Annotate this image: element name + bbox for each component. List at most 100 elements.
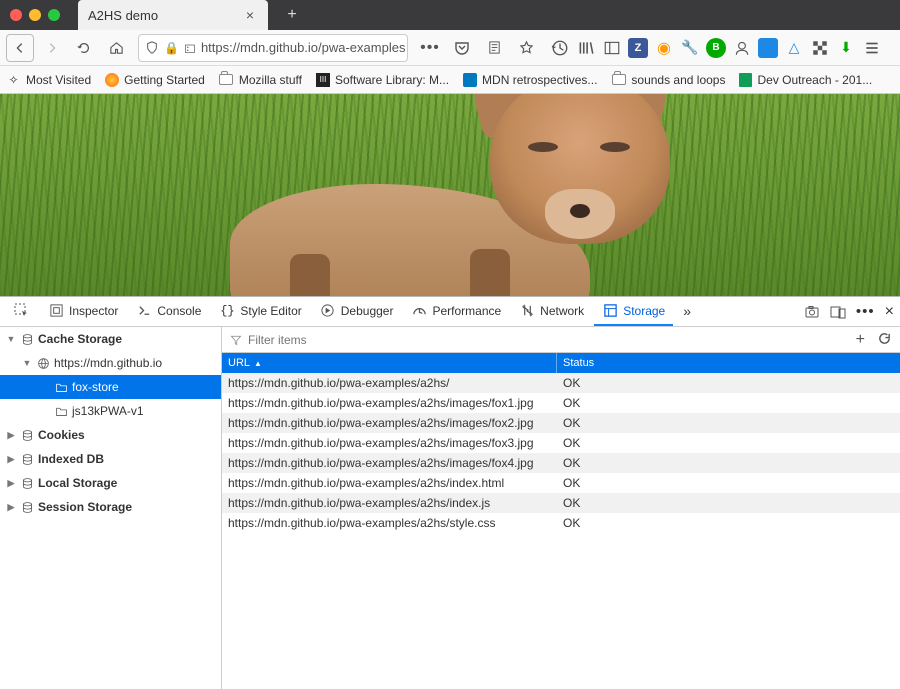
bookmark-star-icon[interactable]: [512, 34, 540, 62]
new-tab-button[interactable]: +: [280, 3, 304, 27]
table-row[interactable]: https://mdn.github.io/pwa-examples/a2hs/…: [222, 513, 900, 533]
ext-z-icon[interactable]: Z: [628, 38, 648, 58]
filter-input[interactable]: [248, 333, 448, 347]
tab-inspector[interactable]: Inspector: [40, 297, 126, 326]
devtools-panel: Inspector Console {}Style Editor Debugge…: [0, 296, 900, 689]
tree-origin[interactable]: ▼ https://mdn.github.io: [0, 351, 221, 375]
bookmark-dev-outreach[interactable]: Dev Outreach - 201...: [739, 73, 872, 87]
sort-asc-icon: ▲: [254, 359, 262, 368]
close-tab-icon[interactable]: ×: [246, 7, 254, 23]
devtools-tabbar: Inspector Console {}Style Editor Debugge…: [0, 297, 900, 327]
menu-icon[interactable]: [862, 38, 882, 58]
reload-button[interactable]: [70, 34, 98, 62]
pocket-icon[interactable]: [448, 34, 476, 62]
reader-icon[interactable]: [480, 34, 508, 62]
storage-icon: [602, 303, 618, 319]
cell-url: https://mdn.github.io/pwa-examples/a2hs/…: [222, 496, 557, 510]
element-picker-icon: [14, 303, 30, 319]
refresh-button[interactable]: [877, 331, 892, 349]
table-row[interactable]: https://mdn.github.io/pwa-examples/a2hs/…: [222, 453, 900, 473]
tree-session-storage[interactable]: ▶ Session Storage: [0, 495, 221, 519]
cell-status: OK: [557, 436, 900, 450]
home-button[interactable]: [102, 34, 130, 62]
url-text: https://mdn.github.io/pwa-examples: [201, 40, 406, 55]
firefox-icon: [105, 73, 119, 87]
ext-grid-icon[interactable]: [810, 38, 830, 58]
table-body: https://mdn.github.io/pwa-examples/a2hs/…: [222, 373, 900, 533]
archive-icon: III: [316, 73, 330, 87]
tab-debugger[interactable]: Debugger: [312, 297, 402, 326]
bookmarks-bar: ✧ Most Visited Getting Started Mozilla s…: [0, 66, 900, 94]
cell-status: OK: [557, 456, 900, 470]
tree-indexed-db[interactable]: ▶ Indexed DB: [0, 447, 221, 471]
responsive-icon[interactable]: [830, 304, 846, 320]
cell-url: https://mdn.github.io/pwa-examples/a2hs/…: [222, 456, 557, 470]
ext-orange-icon[interactable]: ◉: [654, 38, 674, 58]
tree-cache-storage[interactable]: ▼ Cache Storage: [0, 327, 221, 351]
shield-icon[interactable]: [145, 41, 159, 55]
table-row[interactable]: https://mdn.github.io/pwa-examples/a2hs/…: [222, 433, 900, 453]
cell-status: OK: [557, 476, 900, 490]
bookmark-software-library[interactable]: III Software Library: M...: [316, 73, 449, 87]
close-window-button[interactable]: [10, 9, 22, 21]
table-row[interactable]: https://mdn.github.io/pwa-examples/a2hs/…: [222, 393, 900, 413]
table-row[interactable]: https://mdn.github.io/pwa-examples/a2hs/…: [222, 373, 900, 393]
toolbar-extensions: Z ◉ 🔧 B △ ⬇: [550, 38, 882, 58]
ext-triangle-icon[interactable]: △: [784, 38, 804, 58]
ext-green-dot-icon[interactable]: B: [706, 38, 726, 58]
column-url[interactable]: URL▲: [222, 353, 557, 373]
devtools-picker-button[interactable]: [6, 297, 38, 326]
add-item-button[interactable]: +: [856, 331, 865, 349]
trello-icon: [463, 73, 477, 87]
bookmark-sounds-loops[interactable]: sounds and loops: [611, 72, 725, 87]
window-controls: [10, 9, 60, 21]
column-status[interactable]: Status: [557, 353, 900, 373]
tabs-overflow-button[interactable]: »: [675, 297, 699, 326]
tree-local-storage[interactable]: ▶ Local Storage: [0, 471, 221, 495]
tree-cookies[interactable]: ▶ Cookies: [0, 423, 221, 447]
bookmark-getting-started[interactable]: Getting Started: [105, 73, 205, 87]
tree-cache-js13k[interactable]: js13kPWA-v1: [0, 399, 221, 423]
fox-image: [170, 94, 730, 296]
tab-console[interactable]: Console: [128, 297, 209, 326]
minimize-window-button[interactable]: [29, 9, 41, 21]
tree-cache-fox-store[interactable]: fox-store: [0, 375, 221, 399]
inspector-icon: [48, 303, 64, 319]
storage-table: URL▲ Status https://mdn.github.io/pwa-ex…: [222, 353, 900, 689]
sparkle-icon: ✧: [6, 72, 21, 87]
storage-toolbar: +: [222, 327, 900, 353]
table-row[interactable]: https://mdn.github.io/pwa-examples/a2hs/…: [222, 413, 900, 433]
tab-network[interactable]: Network: [511, 297, 592, 326]
table-row[interactable]: https://mdn.github.io/pwa-examples/a2hs/…: [222, 473, 900, 493]
bookmark-mozilla-stuff[interactable]: Mozilla stuff: [219, 72, 302, 87]
maximize-window-button[interactable]: [48, 9, 60, 21]
account-icon[interactable]: [732, 38, 752, 58]
tab-storage[interactable]: Storage: [594, 297, 673, 326]
sidebar-icon[interactable]: [602, 38, 622, 58]
tab-performance[interactable]: Performance: [403, 297, 509, 326]
cell-status: OK: [557, 416, 900, 430]
forward-button[interactable]: [38, 34, 66, 62]
library-icon[interactable]: [576, 38, 596, 58]
cell-status: OK: [557, 496, 900, 510]
cell-status: OK: [557, 376, 900, 390]
permissions-icon[interactable]: [184, 42, 196, 54]
tab-style-editor[interactable]: {}Style Editor: [211, 297, 309, 326]
bookmark-most-visited[interactable]: ✧ Most Visited: [6, 72, 91, 87]
ext-blue-icon[interactable]: [758, 38, 778, 58]
url-bar[interactable]: 🔒 https://mdn.github.io/pwa-examples: [138, 34, 408, 62]
navigation-toolbar: 🔒 https://mdn.github.io/pwa-examples •••…: [0, 30, 900, 66]
browser-tab[interactable]: A2HS demo ×: [78, 0, 268, 30]
history-icon[interactable]: [550, 38, 570, 58]
screenshot-icon[interactable]: [804, 304, 820, 320]
page-actions-icon[interactable]: •••: [416, 34, 444, 62]
lock-icon[interactable]: 🔒: [164, 41, 179, 55]
downloads-icon[interactable]: ⬇: [836, 38, 856, 58]
bookmark-mdn-retro[interactable]: MDN retrospectives...: [463, 73, 597, 87]
devtools-close-icon[interactable]: ×: [885, 303, 894, 321]
table-row[interactable]: https://mdn.github.io/pwa-examples/a2hs/…: [222, 493, 900, 513]
page-content: [0, 94, 900, 296]
devtools-meatball-icon[interactable]: •••: [856, 303, 875, 320]
ext-wrench-icon[interactable]: 🔧: [680, 38, 700, 58]
back-button[interactable]: [6, 34, 34, 62]
